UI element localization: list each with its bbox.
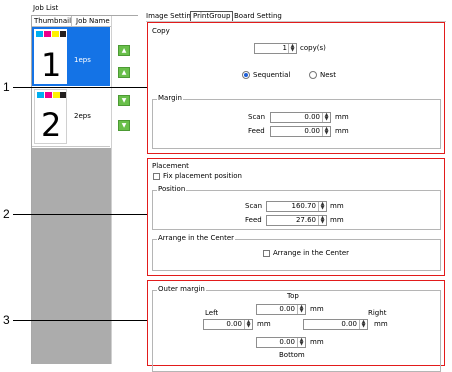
tab-image-setting[interactable]: Image Setting (146, 13, 195, 20)
position-feed-value: 27.60 (295, 216, 316, 224)
outer-margin-title: Outer margin (157, 285, 206, 293)
move-up-button[interactable]: ▲ (118, 67, 130, 78)
move-up-button[interactable]: ▲ (118, 45, 130, 56)
stepper-arrows-icon[interactable]: ▲ ▼ (322, 113, 330, 122)
margin-title: Margin (157, 94, 183, 102)
copy-count-stepper[interactable]: 1 ▲ ▼ (254, 43, 297, 54)
fix-placement-checkbox[interactable] (153, 173, 160, 180)
sequential-label: Sequential (253, 71, 291, 79)
yellow-swatch (53, 92, 60, 98)
outer-margin-group (152, 290, 441, 372)
job-row[interactable]: 1 1eps (32, 27, 110, 86)
sequential-radio[interactable] (242, 71, 250, 79)
position-feed-stepper[interactable]: 27.60 ▲ ▼ (266, 215, 327, 226)
center-title: Arrange in the Center (157, 234, 236, 242)
outer-right-stepper[interactable]: 0.00 ▲ ▼ (303, 319, 368, 330)
stepper-arrows-icon[interactable]: ▲ ▼ (359, 320, 367, 329)
margin-scan-stepper[interactable]: 0.00 ▲ ▼ (270, 112, 331, 123)
fix-placement-label: Fix placement position (163, 172, 242, 180)
scan-label: Scan (248, 113, 266, 121)
job-list-header: Thumbnail Job Name (32, 16, 112, 27)
stepper-arrows-icon[interactable]: ▲ ▼ (288, 44, 296, 53)
tab-board-setting[interactable]: Board Setting (234, 13, 282, 20)
position-title: Position (157, 185, 187, 193)
outer-top-stepper[interactable]: 0.00 ▲ ▼ (256, 304, 306, 315)
stepper-arrows-icon[interactable]: ▲ ▼ (318, 216, 326, 225)
outer-left-value: 0.00 (226, 320, 242, 328)
mm-unit: mm (310, 305, 324, 313)
callout-number: 3 (3, 313, 10, 327)
cyan-swatch (36, 31, 43, 37)
nest-radio[interactable] (309, 71, 317, 79)
feed-label: Feed (245, 216, 262, 224)
magenta-swatch (44, 31, 51, 37)
copy-unit: copy(s) (300, 44, 326, 52)
stepper-arrows-icon[interactable]: ▲ ▼ (322, 127, 330, 136)
job-name: 1eps (74, 56, 91, 64)
scan-label: Scan (245, 202, 263, 210)
margin-scan-value: 0.00 (304, 113, 320, 121)
outer-right-value: 0.00 (341, 320, 357, 328)
black-swatch (60, 92, 66, 98)
callout-number: 1 (3, 80, 10, 94)
stepper-arrows-icon[interactable]: ▲ ▼ (297, 338, 305, 347)
right-label: Right (368, 309, 387, 317)
mm-unit: mm (257, 320, 271, 328)
stepper-arrows-icon[interactable]: ▲ ▼ (318, 202, 326, 211)
mm-unit: mm (374, 320, 388, 328)
placement-title: Placement (152, 162, 189, 170)
feed-label: Feed (248, 127, 265, 135)
move-down-button[interactable]: ▼ (118, 95, 130, 106)
mm-unit: mm (330, 216, 344, 224)
job-name: 2eps (74, 112, 91, 120)
yellow-swatch (52, 31, 59, 37)
column-job-name: Job Name (76, 17, 110, 25)
job-list-empty-area (32, 148, 111, 364)
cyan-swatch (37, 92, 44, 98)
outer-bottom-value: 0.00 (279, 338, 295, 346)
outer-left-stepper[interactable]: 0.00 ▲ ▼ (203, 319, 253, 330)
job-thumbnail: 2 (34, 89, 67, 144)
job-thumbnail: 1 (34, 29, 67, 84)
job-list-title: Job List (33, 4, 59, 12)
bottom-label: Bottom (279, 351, 305, 359)
arrange-center-checkbox[interactable] (263, 250, 270, 257)
copy-title: Copy (152, 27, 170, 35)
callout-number: 2 (3, 207, 10, 221)
mm-unit: mm (335, 113, 349, 121)
copy-count-value: 1 (282, 44, 287, 52)
position-scan-value: 160.70 (291, 202, 317, 210)
left-label: Left (205, 309, 219, 317)
outer-top-value: 0.00 (279, 305, 295, 313)
margin-feed-stepper[interactable]: 0.00 ▲ ▼ (270, 126, 331, 137)
callout-leader-line (13, 320, 147, 321)
mm-unit: mm (310, 338, 324, 346)
column-thumbnail: Thumbnail (34, 17, 72, 25)
margin-group (152, 99, 441, 149)
callout-leader-line (13, 87, 147, 88)
arrange-center-label: Arrange in the Center (273, 249, 350, 257)
job-row[interactable]: 2 2eps (32, 87, 110, 147)
nest-label: Nest (320, 71, 336, 79)
margin-feed-value: 0.00 (304, 127, 320, 135)
move-down-button[interactable]: ▼ (118, 120, 130, 131)
mm-unit: mm (335, 127, 349, 135)
job-number: 1 (41, 46, 62, 84)
position-scan-stepper[interactable]: 160.70 ▲ ▼ (266, 201, 327, 212)
mm-unit: mm (330, 202, 344, 210)
top-label: Top (287, 292, 299, 300)
stepper-arrows-icon[interactable]: ▲ ▼ (244, 320, 252, 329)
outer-bottom-stepper[interactable]: 0.00 ▲ ▼ (256, 337, 306, 348)
magenta-swatch (45, 92, 52, 98)
black-swatch (60, 31, 66, 37)
callout-leader-line (13, 214, 147, 215)
job-number: 2 (41, 106, 62, 144)
stepper-arrows-icon[interactable]: ▲ ▼ (297, 305, 305, 314)
